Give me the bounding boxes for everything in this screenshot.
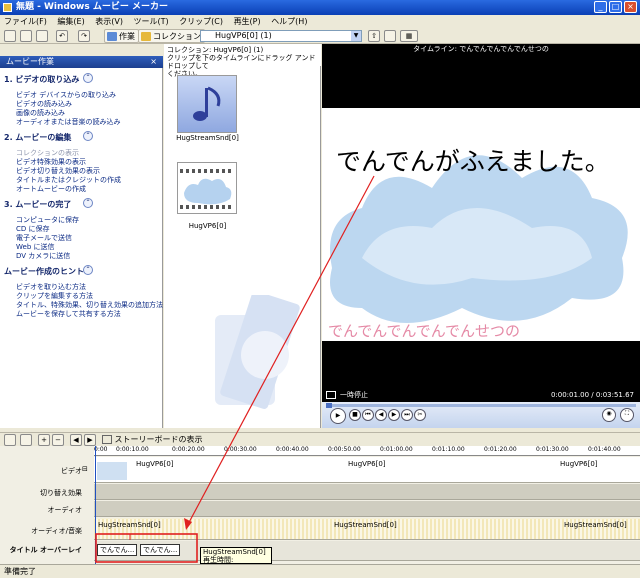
annotation-arrow-line [185, 175, 375, 529]
status-bar: 準備完了 [0, 564, 640, 578]
annotation-bracket [129, 533, 183, 540]
annotation-overlay [95, 175, 375, 563]
annotation-highlight-box [95, 533, 198, 563]
